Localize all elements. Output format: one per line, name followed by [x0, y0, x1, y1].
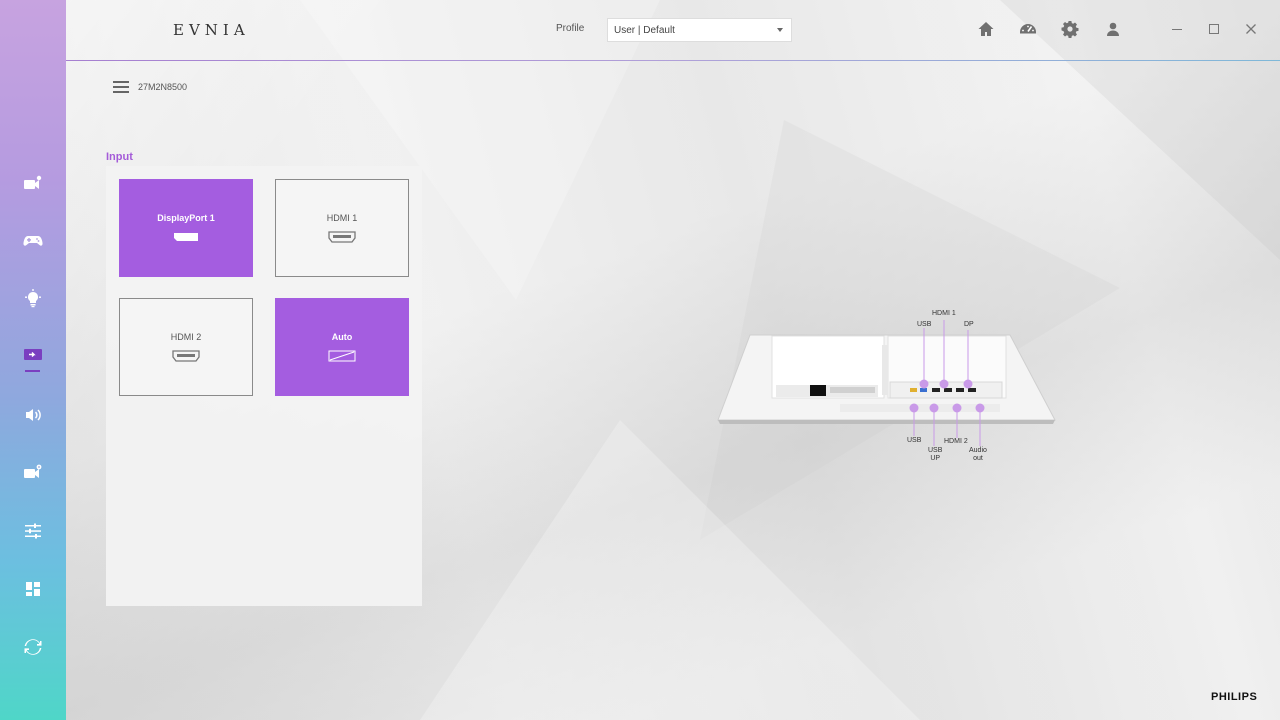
port-label-usb-up: USB UP	[928, 447, 942, 463]
chevron-down-icon	[777, 28, 783, 32]
port-label-hdmi-2: HDMI 2	[944, 438, 968, 445]
input-option-auto[interactable]: Auto	[275, 298, 409, 396]
port-label-usb-bottom: USB	[907, 437, 922, 444]
port-label-audio-out: Audio out	[969, 447, 987, 463]
port-label-line: USB	[928, 447, 943, 454]
hdmi-icon	[172, 350, 200, 362]
user-icon[interactable]	[1104, 20, 1122, 38]
widgets-icon[interactable]	[21, 578, 45, 600]
refresh-icon[interactable]	[21, 636, 45, 658]
port-label-dp: DP	[964, 321, 974, 328]
sidebar	[0, 0, 66, 720]
gamepad-icon[interactable]	[21, 230, 45, 252]
input-option-displayport-1[interactable]: DisplayPort 1	[119, 179, 253, 277]
input-option-label: DisplayPort 1	[157, 213, 215, 223]
header-divider	[66, 60, 1280, 61]
port-label-hdmi-1: HDMI 1	[932, 310, 956, 317]
sliders-icon[interactable]	[21, 520, 45, 542]
input-option-label: HDMI 1	[326, 213, 358, 223]
home-icon[interactable]	[977, 20, 995, 38]
brand-logo: EVNIA	[173, 21, 250, 39]
port-label-line: UP	[930, 455, 941, 462]
input-source-icon[interactable]	[21, 345, 45, 367]
port-label-usb: USB	[917, 321, 932, 328]
gear-icon[interactable]	[1061, 20, 1079, 38]
speaker-icon[interactable]	[21, 404, 45, 426]
input-option-hdmi-2[interactable]: HDMI 2	[119, 298, 253, 396]
port-label-line: Audio	[969, 447, 987, 454]
port-label-line: out	[973, 455, 983, 462]
input-panel: DisplayPort 1 HDMI 1 HDMI 2 Auto	[106, 166, 422, 606]
input-option-label: HDMI 2	[170, 332, 202, 342]
lightbulb-icon[interactable]	[21, 288, 45, 310]
device-model: 27M2N8500	[138, 82, 188, 92]
monitor-rear-illustration: HDMI 1 USB DP USB USB UP HDMI 2 Audio ou…	[710, 300, 1070, 475]
auto-icon	[328, 350, 356, 362]
input-option-label: Auto	[331, 332, 353, 342]
hdmi-icon	[328, 231, 356, 243]
profile-value: User | Default	[614, 24, 675, 36]
dashboard-icon[interactable]	[1019, 20, 1037, 38]
system-settings-icon[interactable]	[21, 462, 45, 484]
active-indicator	[25, 370, 40, 372]
profile-label: Profile	[556, 23, 585, 34]
hamburger-menu-icon[interactable]	[113, 81, 129, 94]
minimize-icon[interactable]	[1168, 20, 1186, 38]
monitor-back-image	[717, 320, 1056, 446]
picture-settings-icon[interactable]	[21, 173, 45, 195]
section-title: Input	[106, 151, 133, 163]
close-icon[interactable]	[1242, 20, 1260, 38]
top-bar: EVNIA Profile User | Default	[66, 0, 1280, 61]
maximize-icon[interactable]	[1205, 20, 1223, 38]
input-option-hdmi-1[interactable]: HDMI 1	[275, 179, 409, 277]
profile-dropdown[interactable]: User | Default	[607, 18, 792, 42]
displayport-icon	[174, 233, 198, 241]
vendor-logo: PHILIPS	[1211, 691, 1258, 703]
